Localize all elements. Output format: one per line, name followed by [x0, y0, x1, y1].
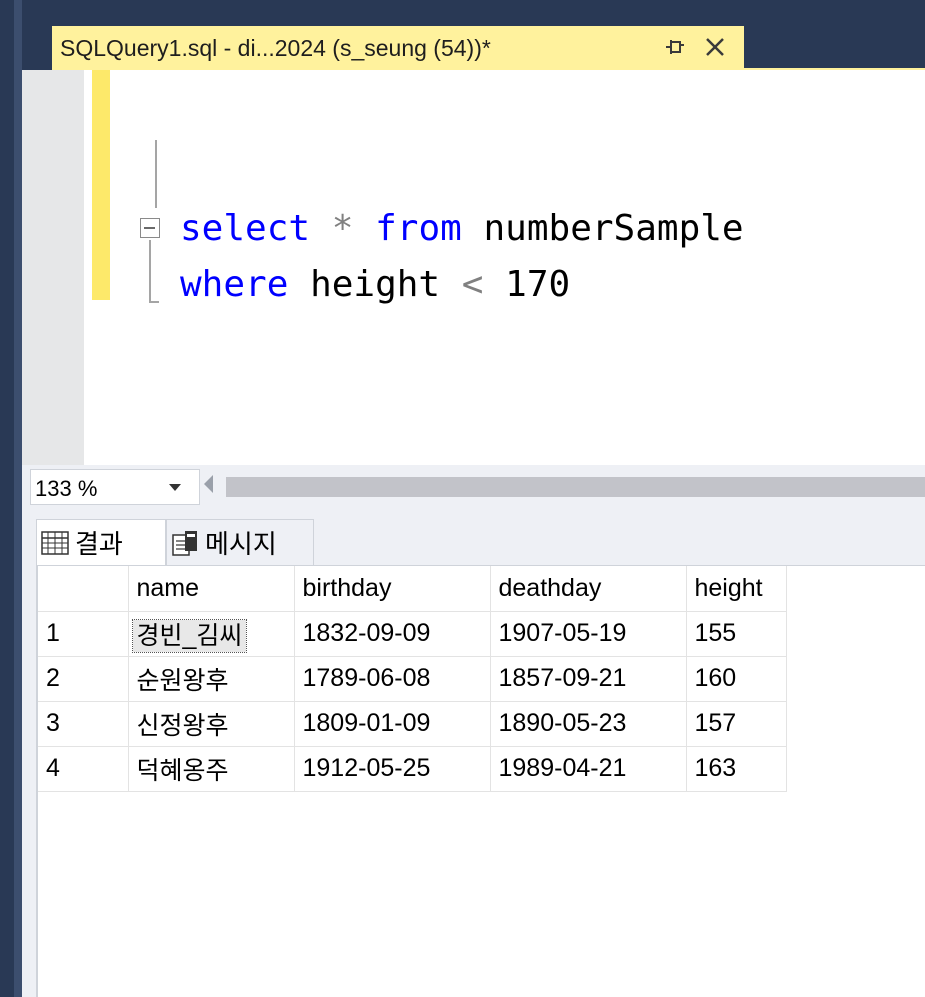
operator-less-than: < — [461, 264, 484, 305]
results-grid[interactable]: name birthday deathday height 1 경빈_김씨 18… — [36, 565, 925, 997]
tab-results-label: 결과 — [75, 529, 123, 559]
cell-height[interactable]: 157 — [686, 701, 787, 747]
cell-birthday[interactable]: 1789-06-08 — [294, 656, 491, 702]
keyword-where: where — [180, 264, 289, 305]
query-editor[interactable]: select * from numberSample where height … — [22, 70, 925, 465]
cell-birthday[interactable]: 1832-09-09 — [294, 611, 491, 657]
code-line-2[interactable]: where height < 170 — [180, 264, 570, 305]
tab-results[interactable]: 결과 — [36, 519, 166, 565]
cell-height[interactable]: 163 — [686, 746, 787, 792]
cell-deathday[interactable]: 1989-04-21 — [490, 746, 687, 792]
row-number[interactable]: 3 — [38, 701, 129, 747]
cell-name[interactable]: 경빈_김씨 — [128, 611, 295, 657]
column-header-rownum[interactable] — [38, 566, 129, 612]
cell-name[interactable]: 덕혜옹주 — [128, 746, 295, 792]
cell-height[interactable]: 160 — [686, 656, 787, 702]
code-line-1[interactable]: select * from numberSample — [180, 208, 744, 249]
identifier-table: numberSample — [483, 208, 744, 249]
table-row[interactable]: 2 순원왕후 1789-06-08 1857-09-21 160 — [38, 656, 787, 702]
cell-deathday[interactable]: 1907-05-19 — [490, 611, 687, 657]
zoom-dropdown[interactable]: 133 % — [30, 469, 200, 505]
document-tab-strip: SQLQuery1.sql - di...2024 (s_seung (54))… — [22, 0, 925, 70]
document-tab-title: SQLQuery1.sql - di...2024 (s_seung (54))… — [60, 34, 491, 61]
column-header-deathday[interactable]: deathday — [490, 566, 687, 612]
cell-name[interactable]: 신정왕후 — [128, 701, 295, 747]
cell-birthday[interactable]: 1809-01-09 — [294, 701, 491, 747]
keyword-from: from — [375, 208, 462, 249]
zoom-scroll-row: 133 % — [22, 465, 925, 509]
column-header-birthday[interactable]: birthday — [294, 566, 491, 612]
row-number[interactable]: 2 — [38, 656, 129, 702]
selected-cell-value: 경빈_김씨 — [131, 618, 248, 653]
column-header-name[interactable]: name — [128, 566, 295, 612]
caret-line — [155, 140, 157, 208]
results-tab-bar: 결과 메시지 — [22, 509, 925, 565]
glyph-margin — [22, 70, 84, 465]
scroll-left-arrow-icon[interactable] — [204, 475, 213, 493]
header-row: name birthday deathday height — [38, 566, 787, 612]
left-window-edge — [0, 0, 22, 997]
horizontal-scrollbar[interactable] — [226, 477, 925, 497]
document-tab-sqlquery1[interactable]: SQLQuery1.sql - di...2024 (s_seung (54))… — [52, 26, 744, 70]
cell-deathday[interactable]: 1890-05-23 — [490, 701, 687, 747]
close-icon[interactable] — [702, 34, 728, 60]
keyword-select: select — [180, 208, 311, 249]
column-header-height[interactable]: height — [686, 566, 787, 612]
table-row[interactable]: 3 신정왕후 1809-01-09 1890-05-23 157 — [38, 701, 787, 747]
operator-star: * — [331, 208, 354, 249]
pin-icon[interactable] — [664, 36, 686, 58]
tab-messages[interactable]: 메시지 — [166, 519, 314, 565]
cell-deathday[interactable]: 1857-09-21 — [490, 656, 687, 702]
cell-name[interactable]: 순원왕후 — [128, 656, 295, 702]
results-table: name birthday deathday height 1 경빈_김씨 18… — [38, 566, 787, 792]
chevron-down-icon[interactable] — [169, 484, 181, 491]
zoom-value: 133 % — [35, 476, 98, 501]
cell-height[interactable]: 155 — [686, 611, 787, 657]
change-tracking-bar — [92, 70, 110, 300]
table-row[interactable]: 4 덕혜옹주 1912-05-25 1989-04-21 163 — [38, 746, 787, 792]
outline-line-end — [149, 301, 159, 303]
row-number[interactable]: 1 — [38, 611, 129, 657]
number-literal: 170 — [505, 264, 571, 305]
row-number[interactable]: 4 — [38, 746, 129, 792]
identifier-column: height — [310, 264, 441, 305]
grid-icon — [41, 530, 69, 555]
tab-messages-label: 메시지 — [205, 529, 277, 559]
cell-birthday[interactable]: 1912-05-25 — [294, 746, 491, 792]
collapse-icon[interactable] — [140, 218, 160, 238]
outline-line — [149, 240, 151, 302]
left-window-edge-inner — [14, 0, 22, 997]
message-icon — [172, 530, 197, 556]
table-row[interactable]: 1 경빈_김씨 1832-09-09 1907-05-19 155 — [38, 611, 787, 657]
